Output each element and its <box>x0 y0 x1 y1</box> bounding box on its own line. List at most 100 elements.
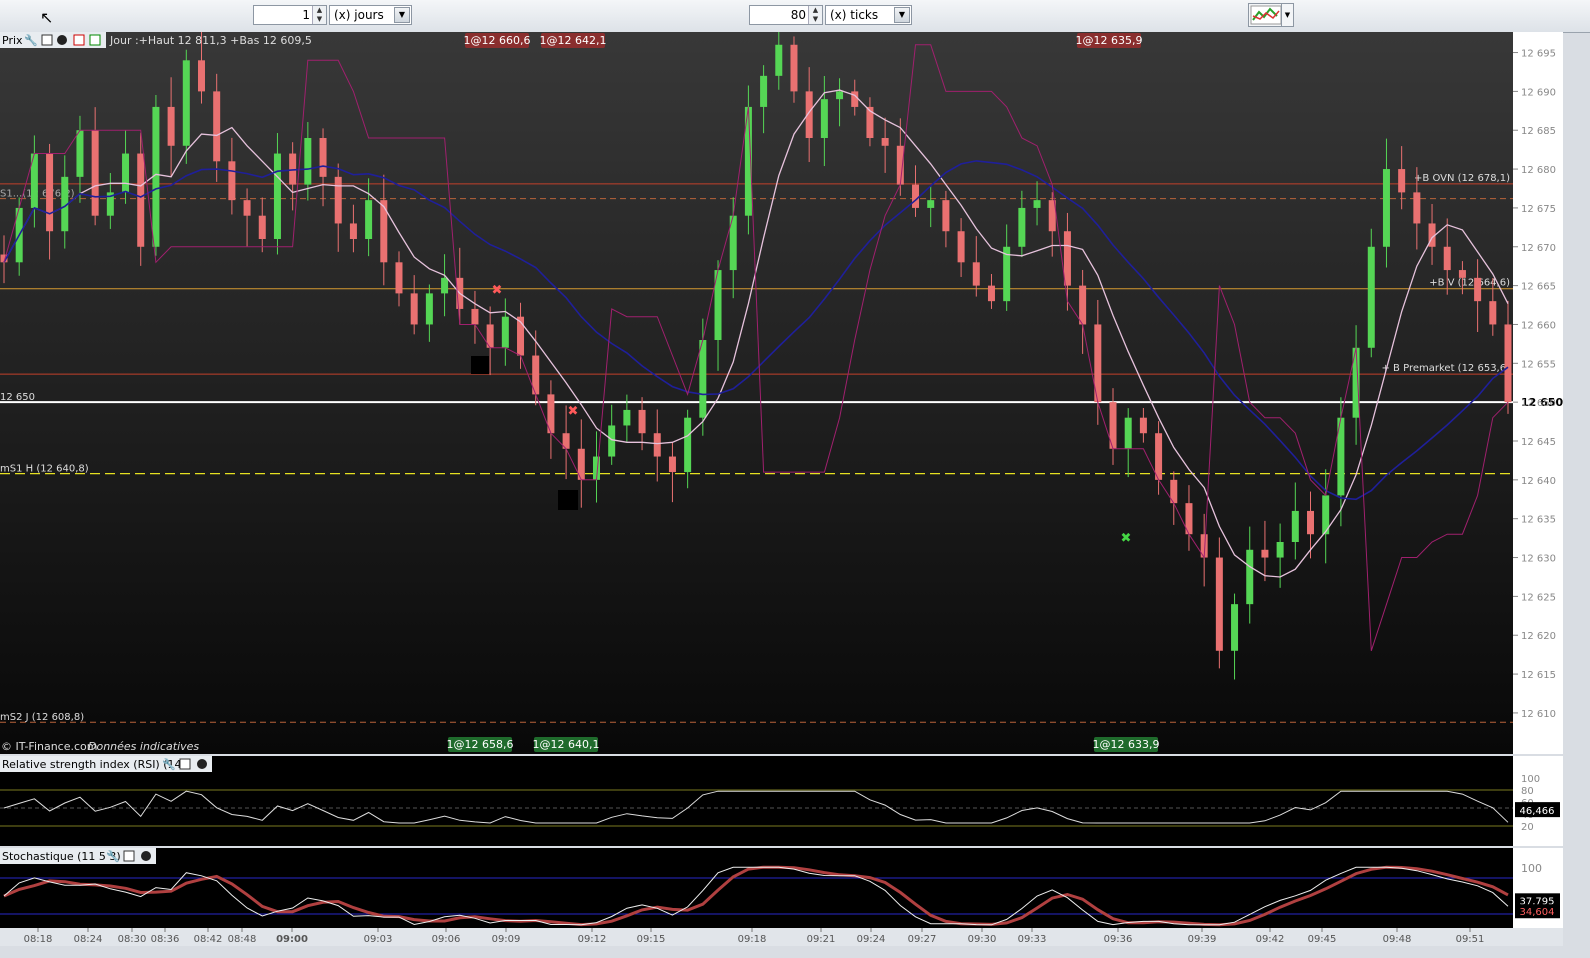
y-tick-label: 12 610 <box>1521 709 1556 720</box>
close-icon[interactable] <box>57 35 67 45</box>
candle-body <box>304 138 312 185</box>
candle-body <box>1413 192 1421 224</box>
x-tick-label: 09:27 <box>908 934 937 945</box>
buy-order-label: 1@12 658,6 <box>447 738 514 751</box>
maximize-icon[interactable] <box>123 850 135 862</box>
candle-body <box>76 130 84 177</box>
x-tick-label: 08:24 <box>74 934 103 945</box>
candle-body <box>1276 542 1284 558</box>
x-tick-label: 09:18 <box>738 934 767 945</box>
candle-body <box>228 161 236 201</box>
close-icon[interactable] <box>141 851 151 861</box>
candle-body <box>775 44 783 76</box>
maximize-icon[interactable] <box>41 34 53 46</box>
y-tick-label: 12 650 <box>1521 398 1556 409</box>
candle-body <box>273 153 281 239</box>
toolbar: ↖ 1 ▲ ▼ (x) jours ▼ 80 ▲ ▼ (x) ticks ▼ ▼ <box>0 0 1590 33</box>
price-panel-background <box>0 32 1513 754</box>
candle-body <box>501 316 509 348</box>
ticks-value: 80 <box>790 8 806 22</box>
y-tick-label: 12 640 <box>1521 476 1556 487</box>
y-tick-label: 12 680 <box>1521 165 1556 176</box>
y-tick-label: 12 625 <box>1521 592 1556 603</box>
candle-body <box>927 200 935 208</box>
y-tick-label: 12 655 <box>1521 359 1556 370</box>
y-tick-label: 12 660 <box>1521 320 1556 331</box>
rsi-panel-background <box>0 756 1513 846</box>
disclaimer-text: Données indicatives <box>88 740 199 753</box>
y-tick-label: 12 665 <box>1521 282 1556 293</box>
candle-body <box>46 153 54 232</box>
candle-body <box>957 231 965 263</box>
wrench-icon[interactable]: 🔧 <box>106 849 120 863</box>
wrench-icon[interactable]: 🔧 <box>24 33 38 47</box>
days-unit-select[interactable]: (x) jours ▼ <box>329 5 412 25</box>
buy-icon[interactable] <box>89 34 101 46</box>
candle-body <box>912 184 920 208</box>
candle-body <box>608 425 616 457</box>
maximize-icon[interactable] <box>179 758 191 770</box>
candle-body <box>1139 417 1147 434</box>
chevron-down-icon[interactable]: ▼ <box>894 7 910 23</box>
exit-cross-icon: ✖ <box>1121 531 1132 546</box>
candle-body <box>1079 285 1087 325</box>
stepper-arrows-icon[interactable]: ▲ ▼ <box>808 6 822 24</box>
candle-body <box>684 417 692 473</box>
premarket-level-label: + B Premarket (12 653,6) <box>1382 363 1511 374</box>
x-tick-label: 09:06 <box>432 934 461 945</box>
x-tick-label: 08:48 <box>228 934 257 945</box>
copyright-text: © IT-Finance.com <box>1 740 98 753</box>
candle-body <box>167 106 175 146</box>
candle-body <box>380 200 388 263</box>
candle-body <box>1261 549 1269 558</box>
candle-body <box>334 176 342 224</box>
buy-order-label: 1@12 640,1 <box>533 738 600 751</box>
candle-body <box>1398 169 1406 193</box>
rsi-value-label: 46,466 <box>1520 806 1555 817</box>
candle-body <box>1063 231 1071 286</box>
candle-body <box>881 138 889 146</box>
candle-body <box>820 99 828 138</box>
sell-icon[interactable] <box>73 34 85 46</box>
candle-body <box>349 223 357 239</box>
candle-body <box>1474 277 1482 302</box>
x-tick-label: 09:45 <box>1308 934 1337 945</box>
stochastic-axis-label: 100 <box>1521 862 1542 875</box>
candle-body <box>182 60 190 146</box>
chevron-down-icon[interactable]: ▼ <box>394 7 410 23</box>
wrench-icon[interactable]: 🔧 <box>162 757 176 771</box>
candle-body <box>471 308 479 325</box>
y-tick-label: 12 675 <box>1521 204 1556 215</box>
ticks-stepper[interactable]: 80 ▲ ▼ <box>749 5 823 25</box>
y-tick-label: 12 695 <box>1521 49 1556 60</box>
candle-body <box>410 293 418 325</box>
y-tick-label: 12 690 <box>1521 87 1556 98</box>
chart-type-button[interactable]: ▼ <box>1248 3 1294 27</box>
candle-body <box>623 409 631 426</box>
candle-body <box>1291 510 1299 542</box>
candle-body <box>699 340 707 418</box>
y-tick-label: 12 615 <box>1521 670 1556 681</box>
rsi-axis-label: 20 <box>1521 822 1534 833</box>
days-stepper[interactable]: 1 ▲ ▼ <box>253 5 327 25</box>
sell-order-label: 1@12 642,1 <box>540 34 607 47</box>
x-tick-label: 09:03 <box>364 934 393 945</box>
candle-body <box>197 60 205 92</box>
ticks-unit-select[interactable]: (x) ticks ▼ <box>825 5 912 25</box>
candle-body <box>836 91 844 100</box>
rsi-panel-title: Relative strength index (RSI) (14) <box>2 758 186 771</box>
x-tick-label: 09:36 <box>1104 934 1133 945</box>
candle-body <box>638 409 646 434</box>
candle-body <box>760 75 768 107</box>
stepper-arrows-icon[interactable]: ▲ ▼ <box>312 6 326 24</box>
entry-square-icon <box>558 490 578 510</box>
y-tick-label: 12 620 <box>1521 631 1556 642</box>
x-tick-label: 08:30 <box>118 934 147 945</box>
close-icon[interactable] <box>197 759 207 769</box>
y-tick-label: 12 645 <box>1521 437 1556 448</box>
x-tick-label: 09:09 <box>492 934 521 945</box>
x-tick-label: 08:42 <box>194 934 223 945</box>
chevron-down-icon[interactable]: ▼ <box>1281 4 1293 26</box>
candle-body <box>987 285 995 302</box>
days-unit-label: (x) jours <box>334 8 384 22</box>
